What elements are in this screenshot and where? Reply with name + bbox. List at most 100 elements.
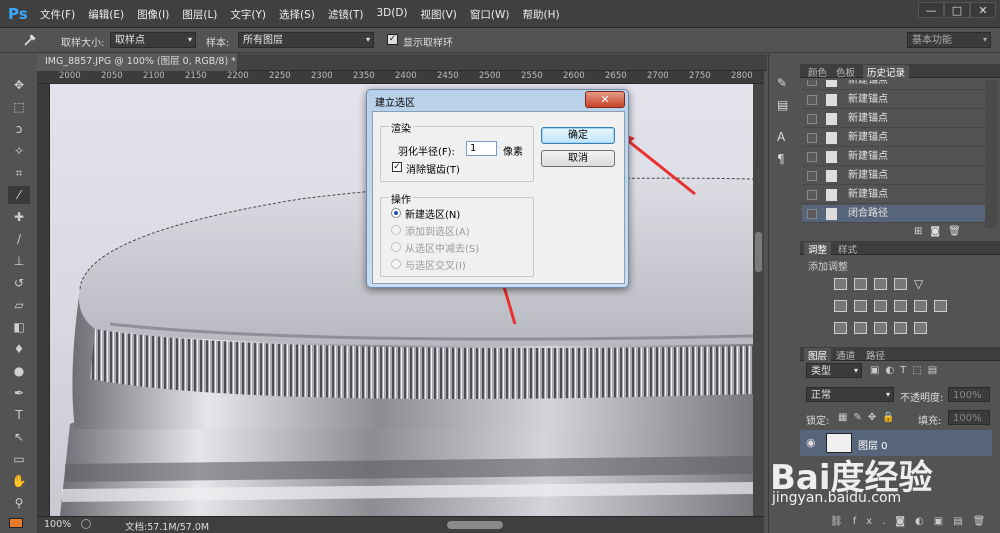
history-footer-icons[interactable]: ⊞◙🗑 — [914, 226, 969, 237]
tab-history[interactable]: 历史记录 — [863, 65, 910, 79]
eyedropper-tool-icon[interactable] — [22, 32, 38, 48]
menu-type[interactable]: 文字(Y) — [230, 7, 266, 22]
status-menu-icon[interactable] — [81, 519, 91, 529]
posterize-icon[interactable] — [854, 322, 867, 334]
feather-radius-input[interactable]: 1 — [466, 141, 497, 156]
photo-filter-icon[interactable] — [894, 300, 907, 312]
healing-brush-icon[interactable]: ✚ — [8, 208, 30, 226]
horizontal-scroll-thumb[interactable] — [447, 521, 503, 529]
history-item[interactable]: 新建锚点 — [802, 167, 985, 185]
menu-edit[interactable]: 编辑(E) — [88, 7, 124, 22]
zoom-level[interactable]: 100% — [44, 519, 71, 530]
history-item[interactable]: 新建锚点 — [802, 148, 985, 166]
snapshot-checkbox[interactable] — [807, 80, 817, 86]
selective-color-icon[interactable] — [894, 322, 907, 334]
snapshot-checkbox[interactable] — [807, 190, 817, 200]
brightness-icon[interactable] — [834, 278, 847, 290]
radio-intersect-selection[interactable] — [391, 259, 401, 269]
tab-channels[interactable]: 通道 — [836, 348, 855, 362]
tab-styles[interactable]: 样式 — [838, 242, 857, 256]
levels-icon[interactable] — [854, 278, 867, 290]
foreground-color-swatch[interactable] — [9, 518, 23, 528]
history-item[interactable]: 新建锚点 — [802, 129, 985, 147]
menu-image[interactable]: 图像(I) — [137, 7, 169, 22]
radio-new-selection[interactable] — [391, 208, 401, 218]
menu-window[interactable]: 窗口(W) — [470, 7, 510, 22]
zoom-tool-icon[interactable]: ⚲ — [8, 494, 30, 512]
history-item-selected[interactable]: 闭合路径 — [802, 205, 985, 223]
menu-select[interactable]: 选择(S) — [279, 7, 315, 22]
curves-icon[interactable] — [874, 278, 887, 290]
crop-tool-icon[interactable]: ⌗ — [8, 164, 30, 182]
layer-filter-icons[interactable]: ▣◐T⬚▤ — [870, 365, 943, 376]
menu-file[interactable]: 文件(F) — [40, 7, 75, 22]
ok-button[interactable]: 确定 — [541, 127, 615, 144]
tab-adjustments[interactable]: 调整 — [804, 242, 832, 256]
maximize-button[interactable]: □ — [944, 2, 970, 18]
history-scrollbar[interactable] — [985, 80, 997, 228]
cancel-button[interactable]: 取消 — [541, 150, 615, 167]
menu-view[interactable]: 视图(V) — [421, 7, 457, 22]
balance-icon[interactable] — [854, 300, 867, 312]
sample-size-dropdown[interactable]: 取样点 ▾ — [110, 32, 196, 48]
show-ring-checkbox[interactable]: ✓ — [387, 34, 398, 45]
history-panel-icon[interactable]: ▤ — [777, 98, 788, 112]
shape-tool-icon[interactable]: ▭ — [8, 450, 30, 468]
snapshot-checkbox[interactable] — [807, 171, 817, 181]
vibrance-icon[interactable]: ▽ — [914, 278, 927, 290]
pen-tool-icon[interactable]: ✒ — [8, 384, 30, 402]
type-tool-icon[interactable]: T — [8, 406, 30, 424]
blur-tool-icon[interactable]: ♦ — [8, 340, 30, 358]
snapshot-checkbox[interactable] — [807, 114, 817, 124]
eyedropper-icon[interactable]: ⁄ — [8, 186, 30, 204]
minimize-button[interactable]: — — [918, 2, 944, 18]
opacity-field[interactable]: 100% — [948, 387, 990, 402]
close-window-button[interactable]: ✕ — [970, 2, 996, 18]
hue-icon[interactable] — [834, 300, 847, 312]
dodge-tool-icon[interactable]: ● — [8, 362, 30, 380]
move-tool-icon[interactable]: ✥ — [8, 76, 30, 94]
snapshot-checkbox[interactable] — [807, 209, 817, 219]
layer-kind-filter[interactable]: 类型 ▾ — [806, 363, 862, 378]
bw-icon[interactable] — [874, 300, 887, 312]
character-panel-icon[interactable]: A — [777, 130, 785, 144]
history-item[interactable]: 新建锚点 — [802, 110, 985, 128]
fill-field[interactable]: 100% — [948, 410, 990, 425]
visibility-eye-icon[interactable]: ◉ — [806, 436, 816, 449]
hand-tool-icon[interactable]: ✋ — [8, 472, 30, 490]
brush-preset-icon[interactable]: ✎ — [777, 76, 787, 90]
menu-layer[interactable]: 图层(L) — [182, 7, 217, 22]
stamp-tool-icon[interactable]: ⊥ — [8, 252, 30, 270]
path-select-icon[interactable]: ↖ — [8, 428, 30, 446]
threshold-icon[interactable] — [874, 322, 887, 334]
tab-layers[interactable]: 图层 — [804, 348, 832, 362]
history-item[interactable]: 新建锚点 — [802, 186, 985, 204]
snapshot-checkbox[interactable] — [807, 152, 817, 162]
eraser-tool-icon[interactable]: ▱ — [8, 296, 30, 314]
history-item[interactable]: 新建锚点 — [802, 80, 985, 90]
radio-subtract-selection[interactable] — [391, 242, 401, 252]
brush-tool-icon[interactable]: ∕ — [8, 230, 30, 248]
snapshot-checkbox[interactable] — [807, 133, 817, 143]
gradient-tool-icon[interactable]: ◧ — [8, 318, 30, 336]
fx-button[interactable]: fx. — [853, 516, 896, 527]
dialog-close-button[interactable]: ✕ — [585, 91, 625, 108]
snapshot-checkbox[interactable] — [807, 95, 817, 105]
tab-color[interactable]: 颜色 — [808, 65, 827, 79]
paragraph-panel-icon[interactable]: ¶ — [777, 152, 785, 166]
vertical-scrollbar[interactable] — [753, 84, 764, 516]
antialias-checkbox[interactable]: ✓ — [392, 162, 402, 172]
magic-wand-tool-icon[interactable]: ✧ — [8, 142, 30, 160]
lookup-icon[interactable] — [934, 300, 947, 312]
exposure-icon[interactable] — [894, 278, 907, 290]
menu-3d[interactable]: 3D(D) — [376, 7, 407, 22]
history-item[interactable]: 新建锚点 — [802, 91, 985, 109]
lock-icons[interactable]: ▦✎✥🔒 — [838, 412, 901, 423]
radio-add-selection[interactable] — [391, 225, 401, 235]
blend-mode-dropdown[interactable]: 正常 ▾ — [806, 387, 894, 402]
menu-filter[interactable]: 滤镜(T) — [328, 7, 364, 22]
lasso-tool-icon[interactable]: ↄ — [8, 120, 30, 138]
sample-dropdown[interactable]: 所有图层 ▾ — [238, 32, 374, 48]
document-tab[interactable]: IMG_8857.JPG @ 100% (图层 0, RGB/8) * × — [37, 54, 237, 83]
vertical-scroll-thumb[interactable] — [755, 232, 762, 272]
